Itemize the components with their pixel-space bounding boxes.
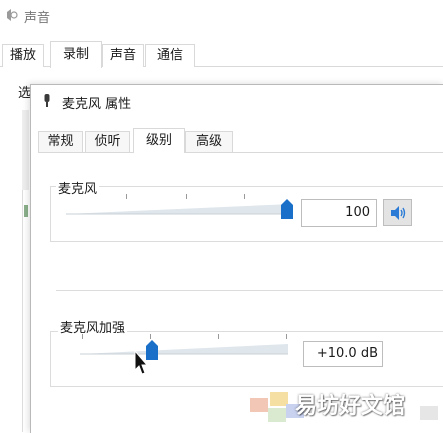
microphone-boost-slider[interactable] (80, 340, 292, 356)
microphone-level-value[interactable]: 100 (301, 199, 377, 227)
volume-icon (391, 206, 406, 220)
microphone-boost-label: 麦克风加强 (58, 317, 128, 336)
microphone-boost-value[interactable]: +10.0 dB (303, 341, 383, 367)
tab-sounds[interactable]: 声音 (102, 44, 144, 67)
mute-button[interactable] (383, 199, 412, 226)
microphone-label: 麦克风 (56, 178, 100, 197)
watermark-text: 易坊好文馆 (295, 394, 406, 419)
slider-tick (82, 334, 83, 339)
mouse-cursor-icon (134, 350, 148, 375)
dialog-tab-divider (38, 152, 443, 153)
microphone-slider-thumb[interactable] (281, 199, 293, 219)
slider-tick (126, 194, 127, 199)
outer-list-scrollbar[interactable] (22, 110, 29, 190)
tab-general[interactable]: 常规 (38, 131, 83, 152)
dialog-title: 麦克风 属性 (62, 97, 132, 112)
tab-advanced[interactable]: 高级 (185, 131, 233, 152)
slider-tick (286, 334, 287, 339)
tab-communications[interactable]: 通信 (145, 44, 195, 67)
tab-listen[interactable]: 侦听 (85, 131, 130, 152)
slider-tick (244, 194, 245, 199)
microphone-level-slider[interactable] (66, 200, 296, 216)
section-separator (56, 290, 443, 291)
sound-window-title: 声音 (24, 11, 51, 26)
slider-tick (150, 334, 151, 339)
slider-tick (218, 334, 219, 339)
device-status-icon (24, 205, 28, 217)
tab-levels[interactable]: 级别 (133, 128, 185, 153)
sound-window-titlebar (0, 0, 443, 30)
tab-recording[interactable]: 录制 (50, 41, 102, 68)
speaker-icon (7, 9, 18, 21)
slider-tick (186, 194, 187, 199)
tab-playback[interactable]: 播放 (2, 44, 44, 67)
microphone-icon (44, 94, 50, 107)
